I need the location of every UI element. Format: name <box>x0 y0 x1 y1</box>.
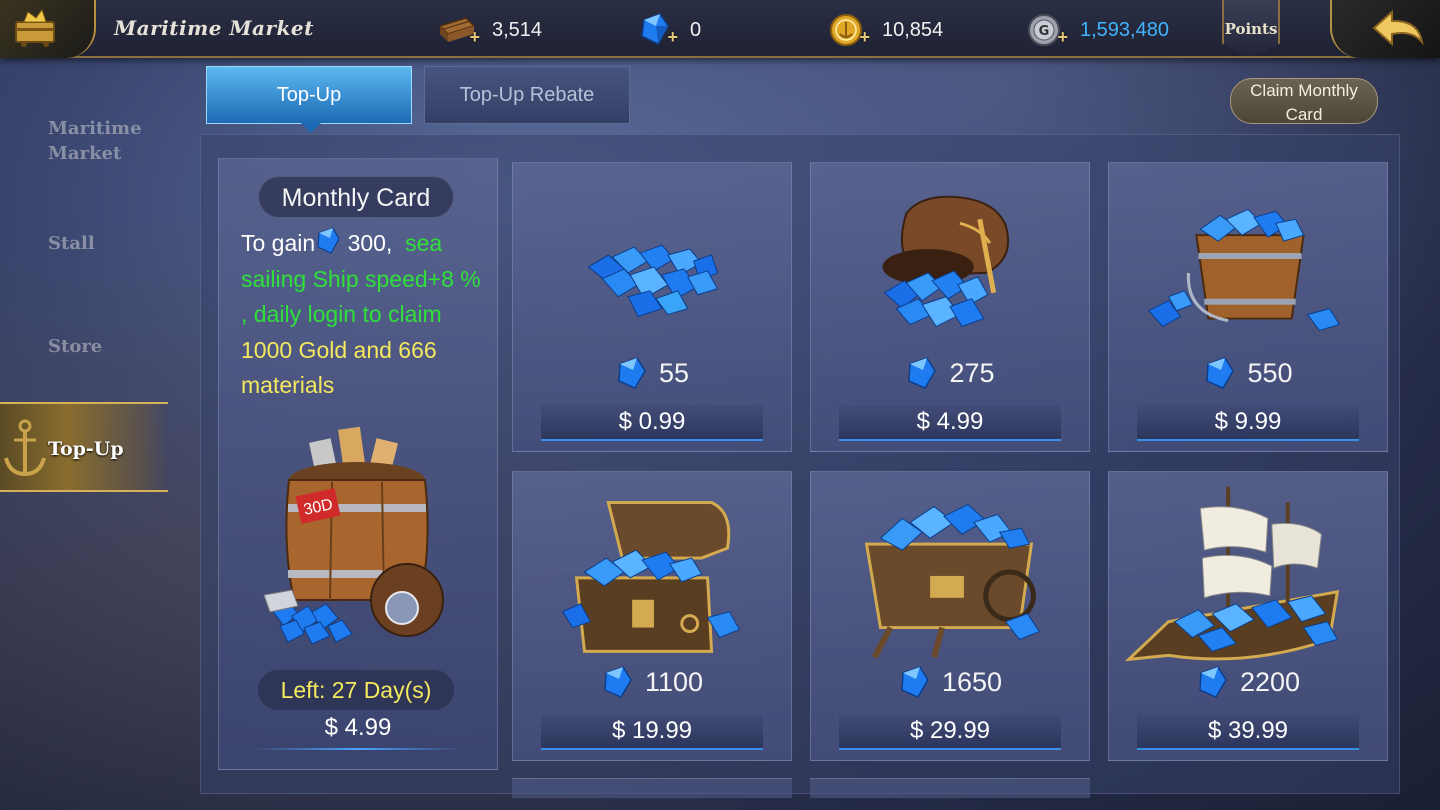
gem-package-partial[interactable] <box>810 778 1090 798</box>
silver-value: 1,593,480 <box>1080 18 1169 41</box>
wood-value: 3,514 <box>492 18 543 41</box>
gem-quantity: 55 <box>513 355 791 391</box>
nav-item-maritime-market[interactable]: Maritime Market <box>48 116 142 166</box>
gem-package-1650[interactable]: 1650 $ 29.99 <box>810 471 1090 761</box>
wood-planks-icon: + <box>438 12 480 48</box>
back-button[interactable] <box>1330 0 1440 58</box>
gem-package-partial[interactable] <box>512 778 792 798</box>
blue-gem-icon <box>908 357 937 389</box>
gold-value: 10,854 <box>882 18 944 41</box>
resource-wood[interactable]: + 3,514 <box>438 12 542 48</box>
blue-gem-icon <box>618 357 646 389</box>
page-title: Maritime Market <box>114 16 314 40</box>
blue-gem-icon <box>317 227 340 254</box>
top-bar: Maritime Market + 3,514 + 0 + 10,854 G +… <box>0 0 1440 58</box>
gem-pile-icon <box>587 244 719 318</box>
resource-silver[interactable]: G + 1,593,480 <box>1026 12 1169 48</box>
gem-ship-icon <box>1124 486 1340 662</box>
price-button[interactable]: $ 29.99 <box>839 714 1061 750</box>
gem-package-1100[interactable]: 1100 $ 19.99 <box>512 471 792 761</box>
svg-text:G: G <box>1039 24 1050 39</box>
market-logo[interactable] <box>0 0 96 58</box>
nav-item-stall[interactable]: Stall <box>48 231 95 256</box>
blue-gem-icon <box>1206 357 1235 389</box>
gem-quantity: 550 <box>1109 355 1387 391</box>
gem-package-55[interactable]: 55 $ 0.99 <box>512 162 792 452</box>
blue-gem-icon <box>901 666 929 698</box>
price-button[interactable]: $ 19.99 <box>541 714 763 750</box>
gold-coin-icon: + <box>828 12 870 48</box>
gem-cart-icon <box>864 503 1041 659</box>
silver-coin-icon: G + <box>1026 12 1068 48</box>
points-label: Points <box>1224 20 1278 38</box>
nav-item-top-up[interactable]: Top-Up <box>0 402 168 492</box>
monthly-card-price[interactable]: $ 4.99 <box>218 714 498 742</box>
monthly-card-title: Monthly Card <box>258 176 454 218</box>
gem-quantity: 275 <box>811 355 1089 391</box>
gem-bucket-icon <box>1147 208 1341 332</box>
blue-gem-icon <box>1199 666 1227 698</box>
blue-gem-icon: + <box>636 12 678 48</box>
points-button[interactable]: Points <box>1222 0 1280 58</box>
price-button[interactable]: $ 0.99 <box>541 405 763 441</box>
gem-chest-icon <box>561 500 741 653</box>
gem-package-275[interactable]: 275 $ 4.99 <box>810 162 1090 452</box>
price-button[interactable]: $ 4.99 <box>839 405 1061 441</box>
price-button[interactable]: $ 9.99 <box>1137 405 1359 441</box>
gem-package-2200[interactable]: 2200 $ 39.99 <box>1108 471 1388 761</box>
treasure-cart-icon <box>15 8 55 47</box>
blue-gem-icon <box>604 666 632 698</box>
gem-quantity: 2200 <box>1109 664 1387 700</box>
resource-gem[interactable]: + 0 <box>636 12 701 48</box>
resource-gold[interactable]: + 10,854 <box>828 12 943 48</box>
gem-package-550[interactable]: 550 $ 9.99 <box>1108 162 1388 452</box>
gem-value: 0 <box>690 18 702 41</box>
tab-top-up[interactable]: Top-Up <box>206 66 412 133</box>
gem-quantity: 1100 <box>513 664 791 700</box>
price-button[interactable]: $ 39.99 <box>1137 714 1359 750</box>
gem-quantity: 1650 <box>811 664 1089 700</box>
tab-top-up-rebate[interactable]: Top-Up Rebate <box>424 66 630 124</box>
claim-monthly-card-button[interactable]: Claim Monthly Card <box>1230 78 1378 124</box>
nav-item-store[interactable]: Store <box>48 334 102 359</box>
monthly-card-description: To gain 300, sea sailing Ship speed+8 % … <box>241 226 486 404</box>
back-arrow-icon <box>1372 9 1424 47</box>
barrel-supplies-icon: 30D <box>263 426 444 645</box>
gem-sack-icon <box>882 195 1010 328</box>
anchor-icon <box>4 419 46 477</box>
monthly-card-days-left: Left: 27 Day(s) <box>258 670 454 710</box>
nav-item-label: Top-Up <box>48 438 124 460</box>
price-underline <box>252 748 464 750</box>
